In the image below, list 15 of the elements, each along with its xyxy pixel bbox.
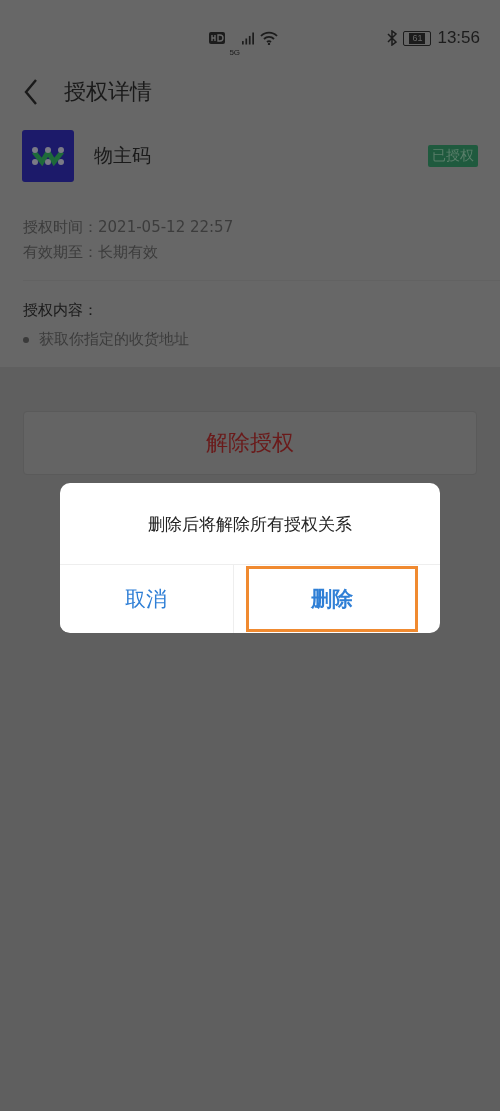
clock: 13:56 [437,28,480,48]
network-label: 5G [229,47,241,57]
signal-icon [242,31,255,45]
app-name: 物主码 [94,143,152,168]
bullet-icon [23,336,29,343]
bluetooth-icon [387,30,398,46]
back-icon[interactable] [24,79,38,105]
dialog-message: 删除后将解除所有授权关系 [147,513,353,536]
battery-icon: 61 [403,30,432,46]
page-title: 授权详情 [64,78,152,106]
wifi-icon [260,31,279,45]
app-logo-icon [22,130,74,182]
section-title: 授权内容： [23,301,99,320]
hd-icon [209,32,226,44]
dialog-button[interactable]: 删除 [245,566,418,632]
